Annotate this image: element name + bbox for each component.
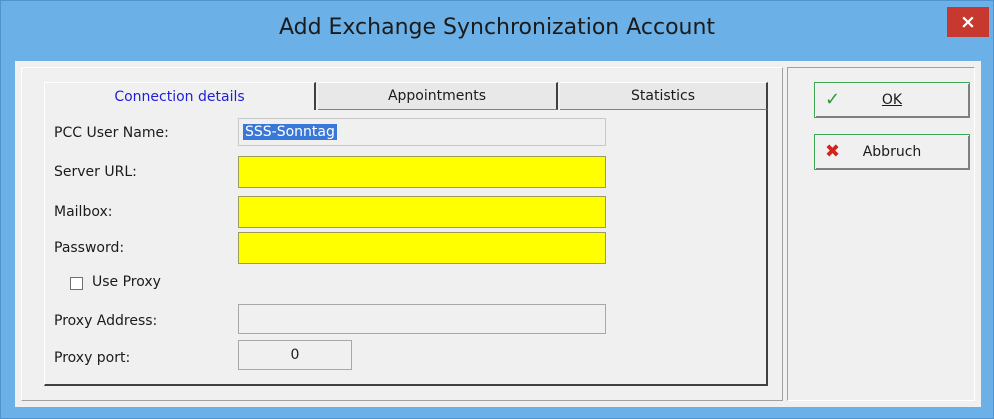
password-label: Password: xyxy=(54,240,125,256)
server-url-field[interactable] xyxy=(238,156,606,188)
proxy-address-label: Proxy Address: xyxy=(54,313,158,329)
window-title: Add Exchange Synchronization Account xyxy=(278,15,716,40)
proxy-port-field[interactable]: 0 xyxy=(238,340,352,370)
cancel-button-label: Abbruch xyxy=(862,144,922,160)
mailbox-field[interactable] xyxy=(238,196,606,228)
use-proxy-label: Use Proxy xyxy=(92,274,161,290)
tab-statistics[interactable]: Statistics xyxy=(560,82,768,110)
user-name-value: SSS-Sonntag xyxy=(243,124,337,140)
tab-label: Connection details xyxy=(114,88,245,105)
user-name-field[interactable]: SSS-Sonntag xyxy=(238,118,606,146)
title-bar[interactable]: Add Exchange Synchronization Account × xyxy=(1,1,993,59)
server-url-label: Server URL: xyxy=(54,164,137,180)
cancel-button[interactable]: ✖ Abbruch xyxy=(814,134,970,170)
dialog-client-area: Connection details Appointments Statisti… xyxy=(15,61,981,407)
ok-button-label: OK xyxy=(881,92,903,108)
close-icon: × xyxy=(960,11,976,33)
dialog-window: Add Exchange Synchronization Account × C… xyxy=(0,0,994,419)
password-field[interactable] xyxy=(238,232,606,264)
ok-button[interactable]: ✓ OK xyxy=(814,82,970,118)
user-name-label: PCC User Name: xyxy=(54,125,169,141)
mailbox-label: Mailbox: xyxy=(54,204,113,220)
use-proxy-checkbox[interactable] xyxy=(70,277,83,290)
proxy-port-label: Proxy port: xyxy=(54,350,131,366)
tab-label: Statistics xyxy=(631,88,695,104)
close-button[interactable]: × xyxy=(947,7,989,37)
tab-label: Appointments xyxy=(387,88,487,104)
tab-connection-details[interactable]: Connection details xyxy=(44,82,316,110)
tab-appointments[interactable]: Appointments xyxy=(318,82,558,110)
button-panel: ✓ OK ✖ Abbruch xyxy=(787,67,975,401)
main-panel: Connection details Appointments Statisti… xyxy=(21,67,783,401)
proxy-address-field[interactable] xyxy=(238,304,606,334)
